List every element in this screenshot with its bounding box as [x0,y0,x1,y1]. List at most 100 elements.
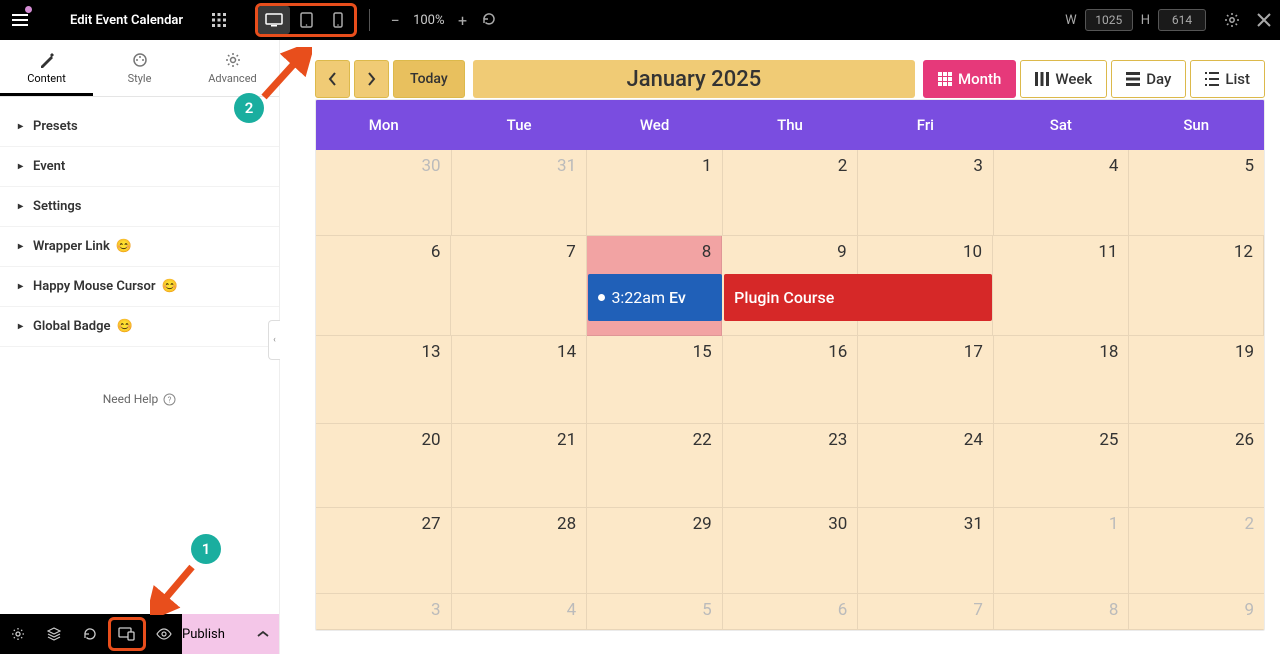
need-help-link[interactable]: Need Help ? [0,392,279,406]
zoom-controls: − 100% + [387,11,496,30]
day-number: 12 [1234,242,1253,262]
menu-button[interactable] [0,0,40,40]
calendar-day-cell[interactable]: 29 [587,508,723,594]
tab-content[interactable]: Content [0,40,93,96]
day-number: 5 [702,600,712,620]
grid-icon [938,72,952,86]
calendar-event[interactable]: Plugin Course [724,274,991,321]
height-label: H [1141,13,1150,28]
calendar-day-cell[interactable]: 7 [858,594,994,630]
calendar-day-cell[interactable]: 2 [1129,508,1264,594]
day-header: Mon [316,100,451,150]
calendar-day-cell[interactable]: 4 [452,594,588,630]
calendar-day-cell[interactable]: 30 [316,150,452,236]
calendar-day-cell[interactable]: 24 [858,424,994,508]
calendar-day-cell[interactable]: 5 [587,594,723,630]
accordion-presets[interactable]: ▸Presets [0,107,279,147]
day-number: 17 [964,342,983,362]
calendar-day-cell[interactable]: 19 [1129,336,1264,424]
calendar-next-button[interactable] [354,60,389,98]
calendar-day-cell[interactable]: 26 [1129,424,1264,508]
calendar-event[interactable]: 3:22amEv [588,274,722,321]
calendar-day-cell[interactable]: 1 [587,150,723,236]
calendar-day-cell[interactable]: 14 [452,336,588,424]
publish-button[interactable]: Publish [182,614,279,654]
calendar-day-cell[interactable]: 2 [723,150,859,236]
zoom-value: 100% [413,13,444,28]
calendar-day-cell[interactable]: 15 [587,336,723,424]
accordion-event[interactable]: ▸Event [0,147,279,187]
apps-grid-button[interactable] [203,0,235,40]
calendar-row: 34 5 67 8 9 [316,594,1264,630]
preview-button[interactable] [146,614,182,654]
tab-style[interactable]: Style [93,40,186,96]
calendar-prev-button[interactable] [315,60,350,98]
calendar-day-cell[interactable]: 8 [994,594,1130,630]
calendar-day-cell[interactable]: 5 [1129,150,1264,236]
width-input[interactable] [1085,9,1133,31]
calendar-title: January 2025 [627,67,762,92]
calendar-day-cell[interactable]: 21 [452,424,588,508]
zoom-in-button[interactable]: + [455,11,471,30]
calendar-day-cell[interactable]: 1 [994,508,1130,594]
day-number: 30 [421,156,440,176]
calendar-day-cell[interactable]: 3 [858,150,994,236]
day-header: Tue [451,100,586,150]
event-bullet-icon [598,294,605,301]
editor-canvas: Today January 2025 Month Week Day [280,40,1280,654]
calendar-row: 27282930 31 12 [316,508,1264,594]
calendar-today-button[interactable]: Today [393,60,465,98]
device-tablet-button[interactable] [290,6,322,34]
accordion-wrapper-link[interactable]: ▸Wrapper Link😊 [0,227,279,267]
view-list-button[interactable]: List [1190,60,1265,98]
tab-advanced[interactable]: Advanced [186,40,279,96]
calendar-day-cell[interactable]: 17 [858,336,994,424]
calendar-day-cell[interactable]: 6 [723,594,859,630]
chevron-up-icon [257,627,269,642]
calendar-day-cell[interactable]: 31 [858,508,994,594]
history-button[interactable] [72,614,108,654]
calendar-day-cell[interactable]: 22 [587,424,723,508]
settings-gear-button[interactable] [1216,0,1248,40]
responsive-mode-button[interactable] [108,617,146,651]
calendar-day-cell[interactable]: 3 [316,594,452,630]
day-number: 6 [838,600,848,620]
day-header: Sat [993,100,1128,150]
device-desktop-button[interactable] [258,6,290,34]
navigator-button[interactable] [36,614,72,654]
height-input[interactable] [1158,9,1206,31]
view-day-button[interactable]: Day [1111,60,1186,98]
zoom-reset-button[interactable] [481,11,497,30]
accordion-settings[interactable]: ▸Settings [0,187,279,227]
sidebar-accordion: ▸Presets ▸Event ▸Settings ▸Wrapper Link😊… [0,97,279,347]
device-mobile-button[interactable] [322,6,354,34]
calendar-day-cell[interactable]: 27 [316,508,452,594]
view-month-button[interactable]: Month [923,60,1016,98]
calendar-day-cell[interactable]: 31 [452,150,588,236]
day-number: 8 [1109,600,1119,620]
accordion-happy-mouse-cursor[interactable]: ▸Happy Mouse Cursor😊 [0,267,279,307]
sidebar-collapse-button[interactable]: ‹ [268,320,280,360]
zoom-out-button[interactable]: − [387,11,403,30]
calendar-day-cell[interactable]: 9 [1129,594,1264,630]
calendar-day-cell[interactable]: 16 [723,336,859,424]
calendar-day-cell[interactable]: 25 [994,424,1130,508]
calendar-day-cell[interactable]: 30 [723,508,859,594]
day-number: 31 [964,514,983,534]
day-header: Fri [858,100,993,150]
close-editor-button[interactable] [1248,0,1280,40]
day-number: 23 [828,430,847,450]
day-number: 25 [1099,430,1118,450]
calendar-day-cell[interactable]: 23 [723,424,859,508]
calendar-day-cell[interactable]: 4 [994,150,1130,236]
calendar-day-cell[interactable]: 18 [994,336,1130,424]
smiley-icon: 😊 [116,239,132,254]
page-settings-button[interactable] [0,614,36,654]
calendar-day-cell[interactable]: 20 [316,424,452,508]
accordion-global-badge[interactable]: ▸Global Badge😊 [0,307,279,347]
view-week-button[interactable]: Week [1020,60,1107,98]
calendar-day-cell[interactable]: 13 [316,336,452,424]
calendar-day-cell[interactable]: 28 [452,508,588,594]
day-number: 9 [1244,600,1254,620]
event-name: Plugin Course [734,288,834,307]
